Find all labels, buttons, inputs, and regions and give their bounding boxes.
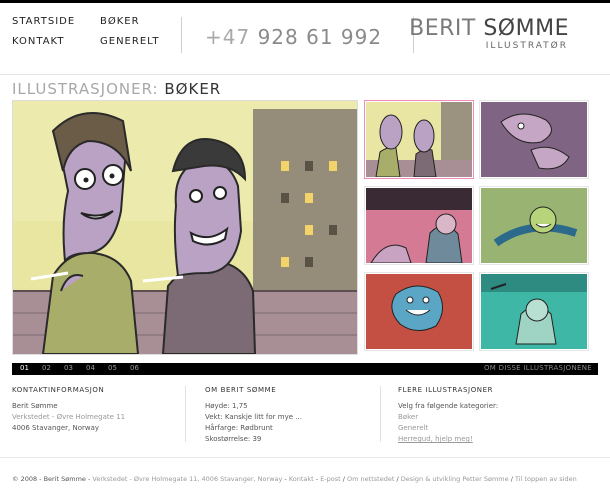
phone-digits: 928 61 992	[257, 25, 383, 49]
pager-page-2[interactable]: 02	[42, 364, 51, 372]
thumbnail-1-artwork	[366, 102, 472, 177]
contact-name: Berit Sømme	[12, 402, 58, 410]
thumbnail-5-artwork	[366, 274, 472, 349]
category-link-generelt[interactable]: Generelt	[398, 423, 578, 434]
main-nav: STARTSIDE BØKER KONTAKT GENERELT	[12, 16, 172, 56]
contact-heading: KONTAKTINFORMASJON	[12, 386, 105, 394]
footer-rule	[0, 457, 610, 458]
main-illustration-artwork	[13, 101, 357, 354]
thumbnail-2-artwork	[481, 102, 587, 177]
nav-kontakt[interactable]: KONTAKT	[12, 36, 64, 47]
contact-city: 4006 Stavanger, Norway	[12, 424, 100, 432]
thumbnail-5[interactable]	[364, 272, 474, 351]
footer-om-link[interactable]: Om nettstedet	[347, 475, 394, 483]
pager-page-1[interactable]: 01	[20, 364, 29, 372]
about-heading: OM BERIT SØMME	[205, 386, 277, 394]
about-illustrations-link[interactable]: OM DISSE ILLUSTRASJONENE	[484, 364, 592, 372]
thumbnail-4-artwork	[481, 188, 587, 263]
column-divider	[380, 386, 381, 442]
main-illustration	[12, 100, 358, 355]
footer-copyright: © 2008 - Berit Sømme -	[12, 475, 93, 483]
page-title-prefix: ILLUSTRASJONER:	[12, 80, 159, 98]
thumbnail-6-artwork	[481, 274, 587, 349]
logo-first-name: BERIT	[409, 16, 476, 41]
about-line: Høyde: 1,75	[205, 402, 248, 410]
page-title: ILLUSTRASJONER: BØKER	[12, 80, 221, 98]
site-footer: © 2008 - Berit Sømme - Verkstedet - Øvre…	[12, 475, 577, 483]
more-column: FLERE ILLUSTRASJONER Velg fra følgende k…	[398, 386, 578, 445]
pager-page-3[interactable]: 03	[64, 364, 73, 372]
footer-kontakt-link[interactable]: Kontakt	[289, 475, 314, 483]
more-intro: Velg fra følgende kategorier:	[398, 402, 499, 410]
phone-prefix: +47	[205, 25, 251, 49]
pager-page-4[interactable]: 04	[86, 364, 95, 372]
about-line: Hårfarge: Rødbrunt	[205, 424, 273, 432]
thumbnail-2[interactable]	[479, 100, 589, 179]
contact-column: KONTAKTINFORMASJON Berit Sømme Verkstede…	[12, 386, 192, 434]
about-line: Vekt: Kanskje litt for mye ...	[205, 413, 302, 421]
nav-boker[interactable]: BØKER	[100, 16, 140, 27]
pager-page-6[interactable]: 06	[130, 364, 139, 372]
footer-design-link[interactable]: Design & utvikling Petter Sømme	[401, 475, 509, 483]
site-header: STARTSIDE BØKER KONTAKT GENERELT +47 928…	[0, 3, 610, 75]
contact-studio-link[interactable]: Verkstedet - Øvre Holmegate 11	[12, 412, 192, 423]
phone-number: +47 928 61 992	[205, 25, 382, 49]
thumbnail-4[interactable]	[479, 186, 589, 265]
about-column: OM BERIT SØMME Høyde: 1,75 Vekt: Kanskje…	[205, 386, 385, 445]
thumbnail-6[interactable]	[479, 272, 589, 351]
header-divider	[181, 17, 182, 53]
about-line: Skostørrelse: 39	[205, 435, 262, 443]
logo-last-name: SØMME	[483, 16, 569, 41]
footer-top-link[interactable]: Til toppen av siden	[515, 475, 577, 483]
footer-epost-link[interactable]: E-post	[320, 475, 341, 483]
image-pager: 01 02 03 04 05 06 OM DISSE ILLUSTRASJONE…	[12, 363, 598, 375]
footer-address-link[interactable]: Verkstedet - Øvre Holmegate 11, 4006 Sta…	[92, 475, 282, 483]
header-rule	[0, 74, 610, 75]
category-link-boker[interactable]: Bøker	[398, 412, 578, 423]
logo-subtitle: ILLUSTRATØR	[485, 41, 568, 51]
category-link-herregud[interactable]: Herregud, hjelp meg!	[398, 434, 578, 445]
thumbnail-3-artwork	[366, 188, 472, 263]
page-title-section: BØKER	[164, 80, 222, 98]
thumbnail-3[interactable]	[364, 186, 474, 265]
pager-page-5[interactable]: 05	[108, 364, 117, 372]
nav-generelt[interactable]: GENERELT	[100, 36, 159, 47]
column-divider	[185, 386, 186, 442]
thumbnail-1[interactable]	[364, 100, 474, 179]
nav-startside[interactable]: STARTSIDE	[12, 16, 75, 27]
logo-name[interactable]: BERIT SØMME	[409, 16, 569, 41]
more-heading: FLERE ILLUSTRASJONER	[398, 386, 494, 394]
